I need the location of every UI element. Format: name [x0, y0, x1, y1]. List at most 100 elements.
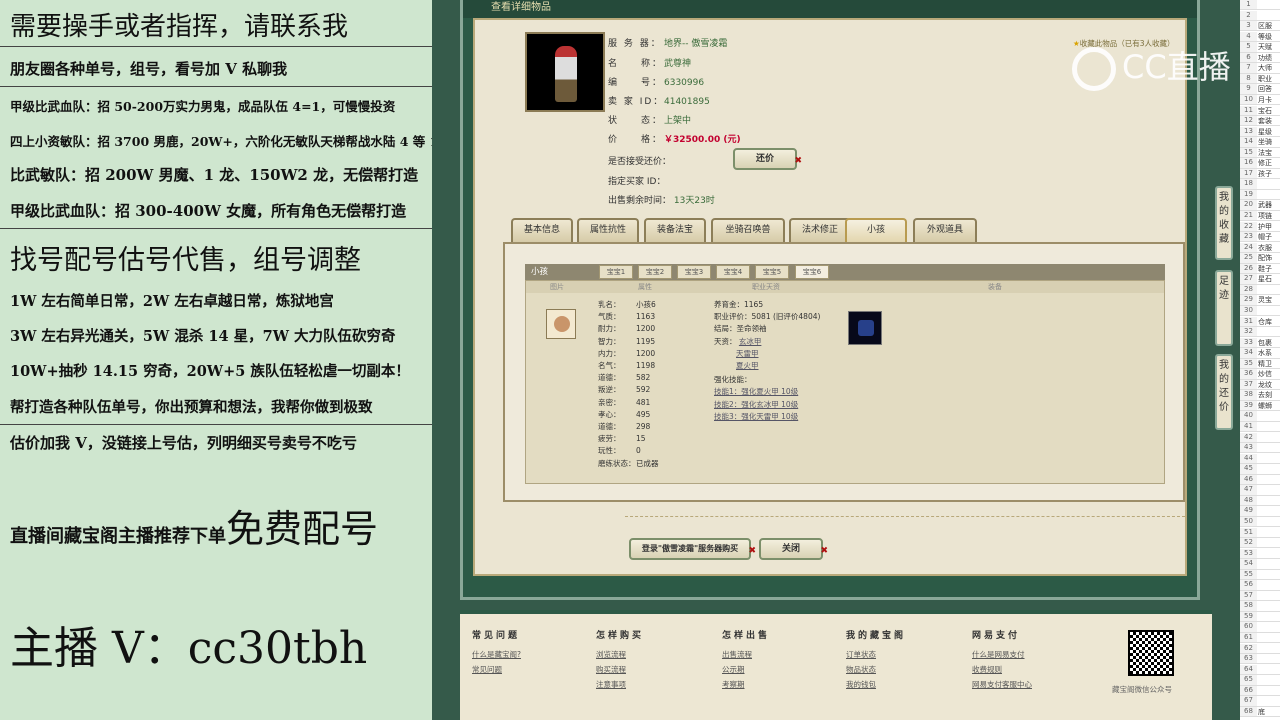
- sheet-row[interactable]: 20 武器: [1240, 200, 1280, 211]
- sheet-row[interactable]: 35 精卫: [1240, 358, 1280, 370]
- sheet-cell[interactable]: [1258, 454, 1280, 463]
- tab-baby-3[interactable]: 宝宝3: [677, 265, 711, 279]
- sheet-cell[interactable]: [1258, 601, 1280, 610]
- sheet-cell[interactable]: [1258, 570, 1280, 579]
- sheet-cell[interactable]: 等级: [1258, 32, 1280, 41]
- sheet-row[interactable]: 66: [1240, 685, 1280, 697]
- sheet-row[interactable]: 56: [1240, 580, 1280, 591]
- sheet-row[interactable]: 8 职业: [1240, 73, 1280, 85]
- sheet-cell[interactable]: 区服: [1258, 21, 1280, 30]
- sheet-cell[interactable]: [1258, 654, 1280, 663]
- sheet-row[interactable]: 15 法宝: [1240, 147, 1280, 159]
- sheet-row[interactable]: 28: [1240, 284, 1280, 296]
- sheet-row[interactable]: 37 龙纹: [1240, 379, 1280, 391]
- sheet-row[interactable]: 57: [1240, 590, 1280, 602]
- sheet-cell[interactable]: 炒信: [1258, 369, 1280, 378]
- sheet-row[interactable]: 5 天赋: [1240, 42, 1280, 53]
- sheet-cell[interactable]: 配饰: [1258, 253, 1280, 262]
- sheet-row[interactable]: 38 去刻: [1240, 390, 1280, 401]
- footer-link[interactable]: 考察期: [722, 677, 770, 692]
- sheet-cell[interactable]: 水系: [1258, 348, 1280, 357]
- sheet-row[interactable]: 51: [1240, 527, 1280, 538]
- sheet-row[interactable]: 67: [1240, 696, 1280, 707]
- footer-link[interactable]: 什么是网易支付: [972, 647, 1032, 662]
- tab-baby-1[interactable]: 宝宝1: [599, 265, 633, 279]
- sheet-row[interactable]: 50: [1240, 516, 1280, 528]
- sheet-cell[interactable]: 功绩: [1258, 53, 1280, 62]
- sheet-row[interactable]: 52: [1240, 538, 1280, 549]
- sheet-row[interactable]: 3 区服: [1240, 21, 1280, 32]
- sheet-row[interactable]: 63: [1240, 654, 1280, 665]
- footer-link[interactable]: 常见问题: [472, 662, 521, 677]
- footer-link[interactable]: 公示期: [722, 662, 770, 677]
- skill-link[interactable]: 技能2：强化玄冰甲 10级: [714, 399, 820, 411]
- sheet-row[interactable]: 21 项链: [1240, 211, 1280, 222]
- my-favorites-button[interactable]: 我的收藏: [1215, 186, 1233, 260]
- sheet-cell[interactable]: 月卡: [1258, 95, 1280, 104]
- sheet-row[interactable]: 42: [1240, 432, 1280, 443]
- sheet-row[interactable]: 61: [1240, 633, 1280, 644]
- tab-basic-info[interactable]: 基本信息: [511, 218, 573, 242]
- tab-spells[interactable]: 法术修正: [789, 218, 851, 242]
- sheet-row[interactable]: 32: [1240, 327, 1280, 338]
- sheet-cell[interactable]: 孩子: [1258, 169, 1280, 178]
- sheet-cell[interactable]: [1258, 422, 1280, 431]
- sheet-cell[interactable]: 鞋子: [1258, 264, 1280, 273]
- footer-link[interactable]: 出售流程: [722, 647, 770, 662]
- talent-link[interactable]: 玄冰甲: [739, 337, 762, 346]
- sheet-cell[interactable]: [1258, 327, 1280, 336]
- sheet-cell[interactable]: 去刻: [1258, 390, 1280, 399]
- sheet-row[interactable]: 9 回答: [1240, 84, 1280, 95]
- sheet-row[interactable]: 6 功绩: [1240, 52, 1280, 64]
- sheet-cell[interactable]: [1258, 285, 1280, 294]
- footer-link[interactable]: 订单状态: [846, 647, 906, 662]
- sheet-row[interactable]: 26 鞋子: [1240, 263, 1280, 275]
- sheet-cell[interactable]: [1258, 633, 1280, 642]
- sheet-cell[interactable]: 天赋: [1258, 42, 1280, 51]
- sheet-row[interactable]: 43: [1240, 443, 1280, 454]
- sheet-row[interactable]: 12 套装: [1240, 116, 1280, 127]
- sheet-cell[interactable]: [1258, 622, 1280, 631]
- sheet-row[interactable]: 31 仓库: [1240, 316, 1280, 327]
- sheet-row[interactable]: 30: [1240, 305, 1280, 317]
- sheet-cell[interactable]: [1258, 306, 1280, 315]
- sheet-row[interactable]: 46: [1240, 474, 1280, 486]
- tab-child[interactable]: 小孩: [845, 218, 907, 242]
- sheet-row[interactable]: 65: [1240, 675, 1280, 686]
- counter-offer-button[interactable]: 还价 ✖: [733, 148, 802, 170]
- sheet-row[interactable]: 19: [1240, 189, 1280, 201]
- sheet-row[interactable]: 48: [1240, 495, 1280, 507]
- sheet-row[interactable]: 60: [1240, 622, 1280, 633]
- sheet-cell[interactable]: 灵宝: [1258, 295, 1280, 304]
- footer-link[interactable]: 物品状态: [846, 662, 906, 677]
- skill-link[interactable]: 技能1：强化夏火甲 10级: [714, 386, 820, 398]
- sheet-row[interactable]: 10 月卡: [1240, 94, 1280, 106]
- sheet-row[interactable]: 7 大师: [1240, 63, 1280, 74]
- sheet-row[interactable]: 2: [1240, 10, 1280, 21]
- sheet-cell[interactable]: [1258, 190, 1280, 199]
- login-buy-button[interactable]: 登录"傲雪凌霜"服务器购买 ✖: [629, 538, 756, 560]
- sheet-row[interactable]: 62: [1240, 643, 1280, 654]
- sheet-cell[interactable]: [1258, 0, 1280, 9]
- sheet-row[interactable]: 16 修正: [1240, 158, 1280, 169]
- sheet-cell[interactable]: [1258, 644, 1280, 653]
- sheet-cell[interactable]: 修正: [1258, 158, 1280, 167]
- sheet-row[interactable]: 40: [1240, 411, 1280, 422]
- sheet-cell[interactable]: 仓库: [1258, 317, 1280, 326]
- sheet-cell[interactable]: [1258, 559, 1280, 568]
- sheet-cell[interactable]: 武器: [1258, 200, 1280, 209]
- sheet-cell[interactable]: [1258, 485, 1280, 494]
- tab-baby-2[interactable]: 宝宝2: [638, 265, 672, 279]
- sheet-cell[interactable]: 星石: [1258, 274, 1280, 283]
- sheet-row[interactable]: 13 星级: [1240, 126, 1280, 137]
- sheet-row[interactable]: 55: [1240, 569, 1280, 581]
- sheet-cell[interactable]: 回答: [1258, 84, 1280, 93]
- sheet-row[interactable]: 39 螺蛳: [1240, 400, 1280, 412]
- sheet-row[interactable]: 29 灵宝: [1240, 295, 1280, 306]
- sheet-cell[interactable]: [1258, 179, 1280, 188]
- equipment-item-icon[interactable]: [848, 311, 882, 345]
- sheet-row[interactable]: 22 护甲: [1240, 221, 1280, 232]
- sheet-cell[interactable]: [1258, 496, 1280, 505]
- sheet-cell[interactable]: 包裹: [1258, 338, 1280, 347]
- sheet-row[interactable]: 17 孩子: [1240, 168, 1280, 180]
